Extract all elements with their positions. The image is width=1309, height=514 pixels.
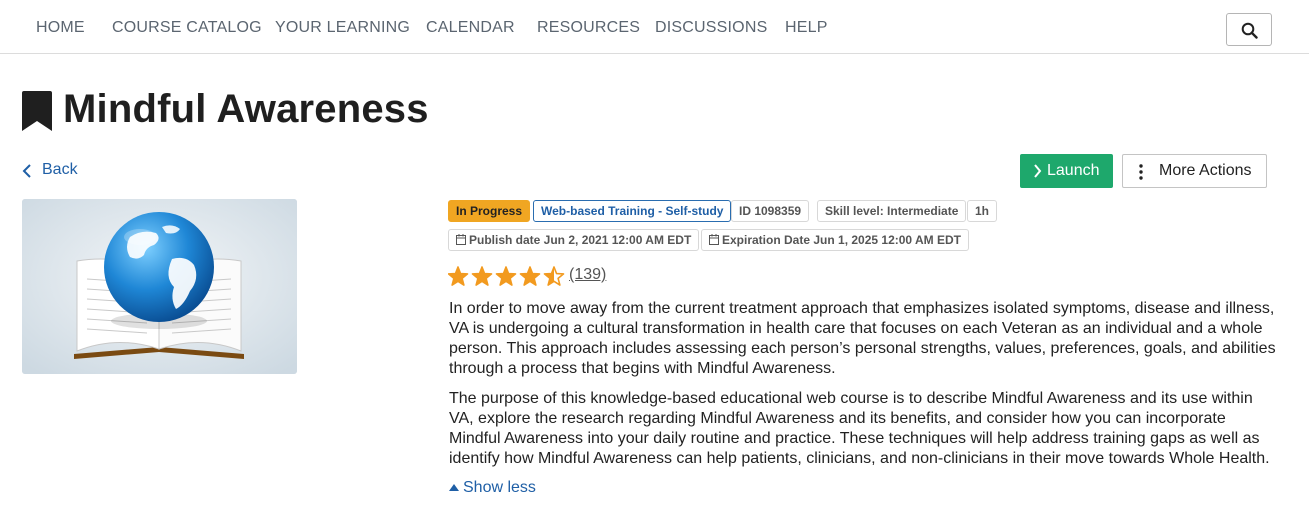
nav-discussions[interactable]: DISCUSSIONS [655,19,767,37]
more-actions-label: More Actions [1159,162,1252,179]
course-id-badge: ID 1098359 [731,200,810,222]
more-actions-button[interactable]: More Actions [1122,154,1267,188]
nav-help[interactable]: HELP [785,19,828,37]
nav-resources[interactable]: RESOURCES [537,19,640,37]
caret-up-icon [449,484,459,491]
nav-calendar[interactable]: CALENDAR [426,19,515,37]
launch-button[interactable]: Launch [1020,154,1113,188]
calendar-icon [456,234,466,245]
bookmark-icon[interactable] [22,91,52,131]
nav-home[interactable]: HOME [36,19,85,37]
star-icon [519,266,541,286]
search-icon [1241,22,1258,39]
course-thumbnail [22,199,297,374]
star-icon [543,266,565,286]
description-paragraph-2: The purpose of this knowledge-based educ… [449,390,1270,467]
search-button[interactable] [1226,13,1272,46]
duration-badge: 1h [967,200,998,222]
launch-label: Launch [1047,162,1100,179]
nav-course-catalog[interactable]: COURSE CATALOG [112,19,262,37]
calendar-icon [709,234,719,245]
star-rating [448,266,565,286]
star-icon [448,266,469,286]
page-title: Mindful Awareness [63,87,429,131]
status-badge: In Progress [448,200,531,222]
training-type-badge: Web-based Training - Self-study [533,200,732,222]
expiration-date-text: Expiration Date Jun 1, 2025 12:00 AM EDT [722,233,961,247]
back-label: Back [42,161,78,178]
star-icon [495,266,517,286]
chevron-right-icon [1034,164,1042,178]
publish-date-badge: Publish date Jun 2, 2021 12:00 AM EDT [448,229,700,251]
top-navigation: HOME COURSE CATALOG YOUR LEARNING CALEND… [0,0,1309,54]
book-globe-illustration [22,199,297,374]
vertical-ellipsis-icon [1139,164,1143,180]
rating-count-link[interactable]: (139) [569,266,606,284]
nav-your-learning[interactable]: YOUR LEARNING [275,19,410,37]
publish-date-text: Publish date Jun 2, 2021 12:00 AM EDT [469,233,692,247]
expiration-date-badge: Expiration Date Jun 1, 2025 12:00 AM EDT [701,229,969,251]
description-paragraph-1: In order to move away from the current t… [449,300,1276,377]
chevron-left-icon [22,164,31,178]
star-icon [471,266,493,286]
show-less-label: Show less [463,479,536,496]
skill-level-badge: Skill level: Intermediate [817,200,967,222]
